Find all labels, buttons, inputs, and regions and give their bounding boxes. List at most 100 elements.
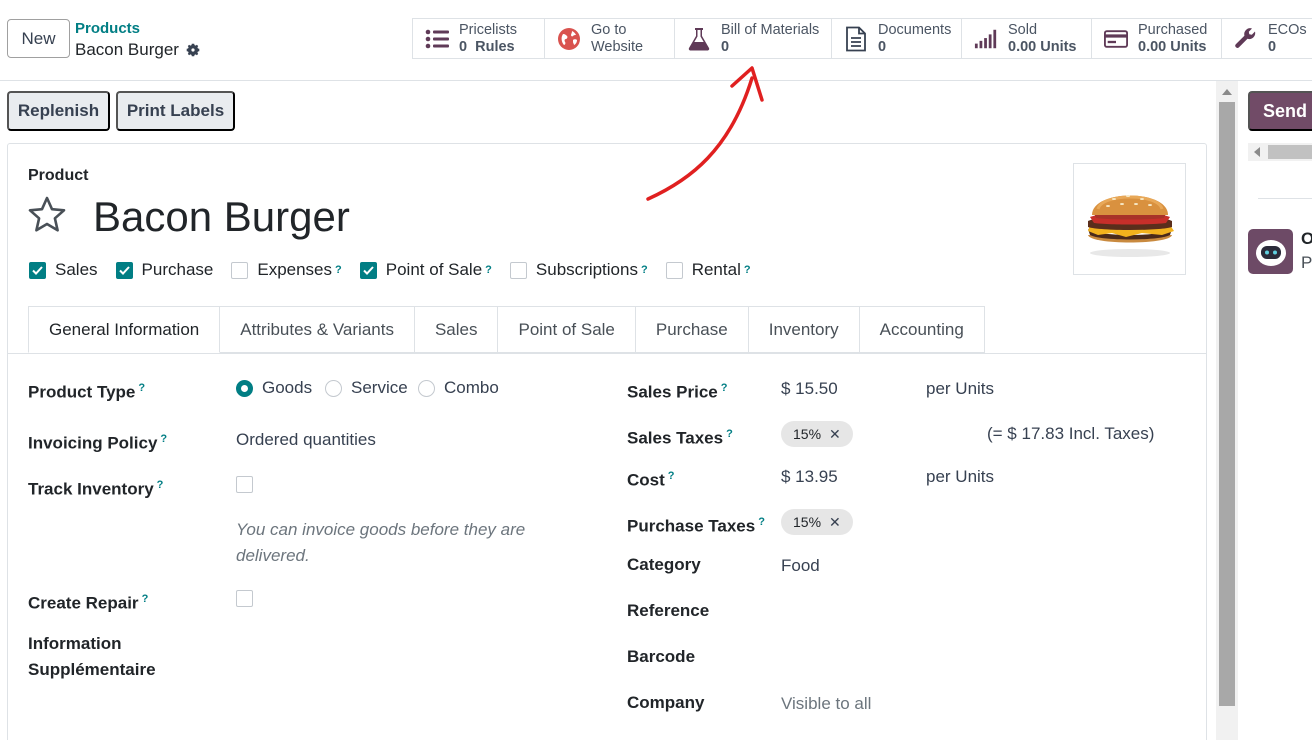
- send-message-button[interactable]: Send message: [1248, 91, 1312, 131]
- track-inventory-label: Track Inventory?: [28, 479, 164, 499]
- gear-icon[interactable]: [185, 42, 201, 58]
- product-name[interactable]: Bacon Burger: [93, 193, 350, 241]
- reference-label: Reference: [627, 601, 710, 620]
- option-label: Rental: [691, 260, 741, 279]
- print-labels-button[interactable]: Print Labels: [116, 91, 235, 131]
- radio-selected-icon[interactable]: [236, 379, 253, 397]
- info-supplementaire-label-line2: Supplémentaire: [28, 660, 156, 679]
- radio-label: Service: [351, 378, 408, 397]
- sold-value: 0.00 Units: [1008, 38, 1077, 55]
- create-repair-checkbox[interactable]: [236, 590, 253, 607]
- globe-icon: [557, 27, 581, 51]
- help-tooltip-icon[interactable]: ?: [721, 382, 728, 394]
- tab-divider: [8, 353, 1206, 354]
- purchased-label: Purchased: [1138, 21, 1208, 38]
- tab-point-of-sale[interactable]: Point of Sale: [498, 306, 636, 353]
- help-tooltip-icon[interactable]: ?: [485, 264, 492, 276]
- scroll-left-arrow-icon[interactable]: [1254, 147, 1260, 157]
- radio-service[interactable]: Service: [325, 375, 408, 401]
- bom-label: Bill of Materials: [721, 21, 820, 38]
- checkbox-unchecked-icon[interactable]: [231, 261, 249, 279]
- option-rental[interactable]: Rental?: [665, 260, 751, 280]
- tab-attributes-variants[interactable]: Attributes & Variants: [220, 306, 415, 353]
- product-image[interactable]: [1073, 163, 1186, 275]
- option-subscriptions[interactable]: Subscriptions?: [509, 260, 648, 280]
- tab-inventory[interactable]: Inventory: [748, 306, 860, 353]
- wrench-icon: [1234, 27, 1258, 51]
- horizontal-scrollbar-thumb[interactable]: [1268, 145, 1312, 159]
- go-to-label: Go to: [591, 21, 627, 38]
- radio-combo[interactable]: Combo: [418, 375, 499, 401]
- remove-tag-icon[interactable]: ✕: [829, 426, 841, 443]
- help-tooltip-icon[interactable]: ?: [726, 428, 733, 440]
- checkbox-unchecked-icon[interactable]: [665, 261, 683, 279]
- radio-unselected-icon[interactable]: [325, 379, 342, 397]
- new-button[interactable]: New: [7, 19, 70, 58]
- website-label: Website: [591, 38, 644, 55]
- track-inventory-checkbox[interactable]: [236, 476, 253, 493]
- radio-label: Goods: [262, 378, 313, 397]
- sold-button[interactable]: Sold 0.00 Units: [962, 18, 1092, 59]
- help-tooltip-icon[interactable]: ?: [744, 264, 751, 276]
- scrollbar-thumb[interactable]: [1219, 102, 1235, 706]
- purchase-taxes-label: Purchase Taxes?: [627, 516, 765, 536]
- company-label: Company: [627, 693, 705, 712]
- sales-price-unit: per Units: [926, 379, 995, 398]
- list-icon: [425, 27, 449, 51]
- flask-icon: [687, 27, 711, 51]
- bill-of-materials-button[interactable]: Bill of Materials 0: [675, 18, 832, 59]
- message-preview: P: [1301, 253, 1312, 272]
- checkbox-unchecked-icon[interactable]: [509, 261, 527, 279]
- replenish-button[interactable]: Replenish: [7, 91, 110, 131]
- star-icon[interactable]: [27, 195, 67, 235]
- help-tooltip-icon[interactable]: ?: [668, 470, 675, 482]
- avatar[interactable]: [1248, 229, 1293, 274]
- help-tooltip-icon[interactable]: ?: [335, 264, 342, 276]
- sales-taxes-label: Sales Taxes?: [627, 428, 733, 448]
- help-tooltip-icon[interactable]: ?: [142, 593, 149, 605]
- barcode-label: Barcode: [627, 647, 696, 666]
- checkbox-checked-icon[interactable]: [115, 261, 133, 279]
- invoicing-policy-label: Invoicing Policy?: [28, 433, 168, 453]
- smart-buttons: Pricelists 0 Rules Go to Website Bill of M…: [412, 18, 1312, 59]
- pricelists-label: Pricelists: [459, 21, 518, 38]
- tab-sales[interactable]: Sales: [414, 306, 499, 353]
- purchased-button[interactable]: Purchased 0.00 Units: [1092, 18, 1222, 59]
- tab-accounting[interactable]: Accounting: [859, 306, 985, 353]
- purchased-value: 0.00 Units: [1138, 38, 1207, 55]
- documents-button[interactable]: Documents 0: [832, 18, 962, 59]
- company-input[interactable]: Visible to all: [781, 691, 871, 717]
- ecos-button[interactable]: ECOs 0: [1222, 18, 1312, 59]
- info-supplementaire-label: Information: [28, 634, 122, 653]
- breadcrumb-products[interactable]: Products: [75, 20, 140, 37]
- checkbox-checked-icon[interactable]: [29, 261, 46, 279]
- radio-unselected-icon[interactable]: [418, 379, 435, 397]
- radio-goods[interactable]: Goods: [236, 375, 312, 401]
- message-author: O: [1301, 229, 1312, 248]
- checkbox-checked-icon[interactable]: [359, 261, 377, 279]
- option-point-of-sale[interactable]: Point of Sale?: [359, 260, 492, 280]
- tab-general-information[interactable]: General Information: [28, 306, 221, 353]
- help-tooltip-icon[interactable]: ?: [160, 433, 167, 445]
- pricelists-button[interactable]: Pricelists 0 Rules: [413, 18, 545, 59]
- help-tooltip-icon[interactable]: ?: [138, 382, 145, 394]
- invoicing-policy-select[interactable]: Ordered quantities: [236, 427, 376, 453]
- option-sales[interactable]: Sales: [29, 260, 98, 280]
- sales-price-input[interactable]: $ 15.50: [781, 376, 838, 402]
- ecos-value: 0: [1268, 38, 1277, 55]
- sales-price-label: Sales Price?: [627, 382, 728, 402]
- help-tooltip-icon[interactable]: ?: [157, 479, 164, 491]
- cost-input[interactable]: $ 13.95: [781, 464, 838, 490]
- remove-tag-icon[interactable]: ✕: [829, 514, 841, 531]
- help-tooltip-icon[interactable]: ?: [758, 516, 765, 528]
- option-purchase[interactable]: Purchase: [115, 260, 213, 280]
- go-to-website-button[interactable]: Go to Website: [545, 18, 675, 59]
- option-expenses[interactable]: Expenses?: [231, 260, 342, 280]
- help-tooltip-icon[interactable]: ?: [641, 264, 648, 276]
- burger-image: [1087, 195, 1174, 257]
- scroll-up-arrow-icon[interactable]: [1219, 86, 1235, 98]
- category-input[interactable]: Food: [781, 553, 820, 579]
- cost-label: Cost?: [627, 470, 675, 490]
- notebook-tabs: General Information Attributes & Variant…: [28, 306, 985, 353]
- tab-purchase[interactable]: Purchase: [635, 306, 749, 353]
